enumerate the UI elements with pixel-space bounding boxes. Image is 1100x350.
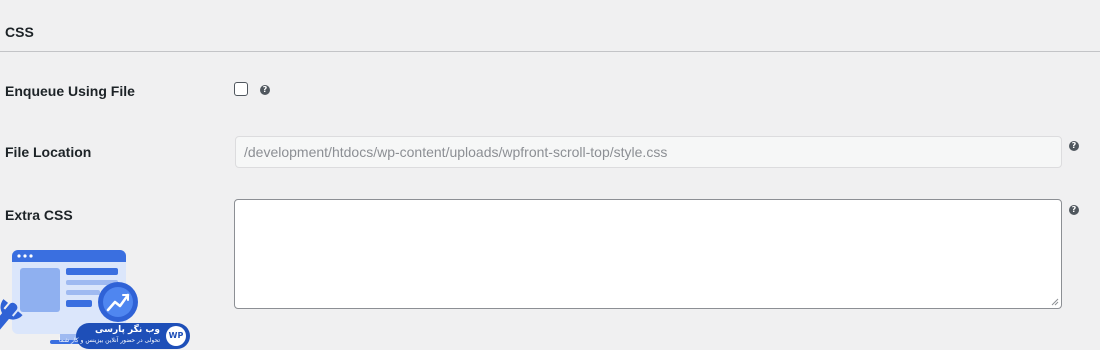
enqueue-using-file-checkbox[interactable] [234,82,248,96]
extra-css-label: Extra CSS [5,207,73,223]
logo-badge: وب نگر پارسی تحولی در حضور آنلاین بیزینس… [59,323,190,349]
extra-css-textarea[interactable] [234,199,1062,309]
webnegar-logo: وب نگر پارسی تحولی در حضور آنلاین بیزینس… [0,244,195,350]
file-location-label: File Location [5,144,92,160]
section-title: CSS [5,24,34,40]
question-circle-icon[interactable]: ? [260,85,270,95]
file-location-input[interactable]: /development/htdocs/wp-content/uploads/w… [235,136,1062,168]
question-circle-icon[interactable]: ? [1069,141,1079,151]
question-circle-icon[interactable]: ? [1069,205,1079,215]
settings-page: CSS Enqueue Using File ? File Location /… [0,0,1100,350]
logo-subtitle: تحولی در حضور آنلاین بیزینس و کار شما [58,337,160,344]
section-header: CSS [0,0,1100,52]
logo-title: وب نگر پارسی [94,325,160,335]
resize-handle-icon[interactable] [1051,298,1059,306]
enqueue-using-file-label: Enqueue Using File [5,83,135,99]
logo-mark: WP [166,326,186,346]
